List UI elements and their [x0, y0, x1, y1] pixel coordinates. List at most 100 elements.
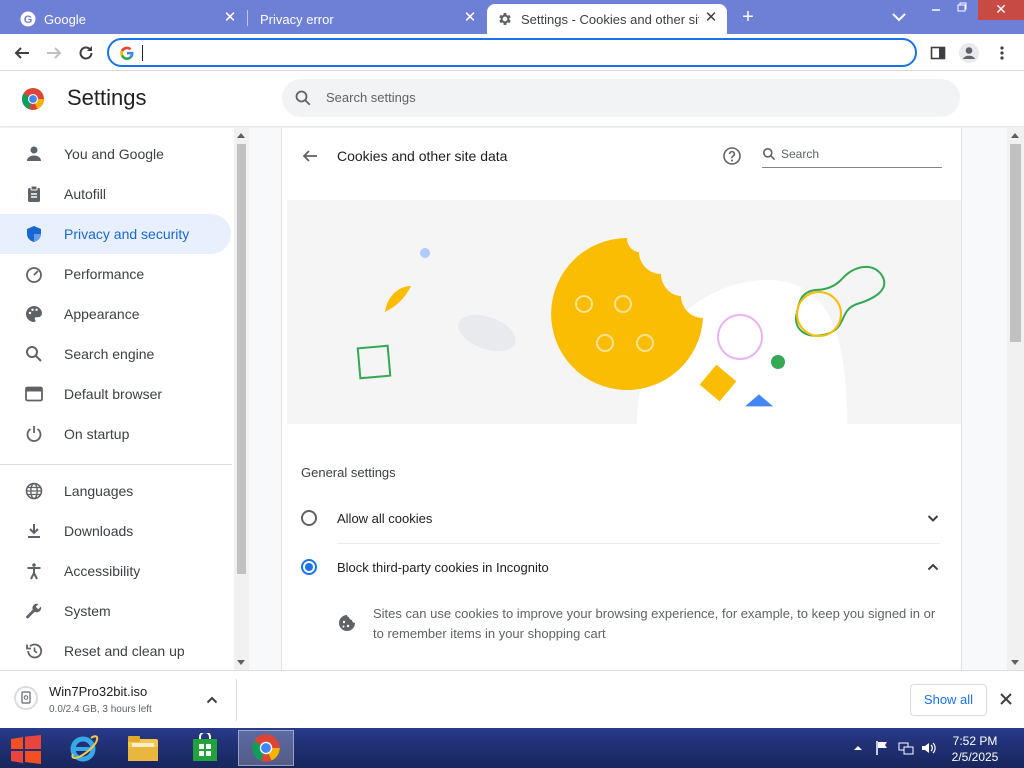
- kebab-menu-icon: [1000, 46, 1004, 60]
- sidebar-item-autofill[interactable]: Autofill: [0, 174, 231, 214]
- clock-date: 2/5/2025: [951, 750, 999, 764]
- tab-google[interactable]: G Google ✕: [10, 4, 246, 34]
- volume-icon[interactable]: [920, 740, 936, 756]
- store-icon[interactable]: [177, 730, 233, 766]
- network-icon[interactable]: [898, 740, 914, 756]
- sidebar-item-accessibility[interactable]: Accessibility: [0, 551, 231, 591]
- chevron-up-icon[interactable]: [925, 559, 941, 575]
- new-tab-button[interactable]: +: [738, 7, 758, 27]
- subpage-header: Cookies and other site data Search: [282, 128, 961, 184]
- general-settings-heading: General settings: [301, 465, 396, 480]
- page-search-input[interactable]: Search: [762, 142, 942, 168]
- close-icon[interactable]: [998, 691, 1014, 707]
- file-explorer-icon[interactable]: [115, 730, 171, 766]
- option-label: Allow all cookies: [337, 511, 433, 526]
- tab-privacy-error[interactable]: Privacy error ✕: [250, 4, 486, 34]
- forward-arrow-icon: [47, 47, 62, 59]
- help-icon[interactable]: [722, 146, 742, 166]
- side-panel-button[interactable]: [927, 42, 949, 64]
- scroll-down-arrow-icon[interactable]: [1011, 660, 1019, 665]
- tab-settings[interactable]: Settings - Cookies and other site ✕: [487, 4, 727, 34]
- sidebar-item-default-browser[interactable]: Default browser: [0, 374, 231, 414]
- sidebar-item-reset-and-clean-up[interactable]: Reset and clean up: [0, 631, 231, 670]
- power-icon: [24, 424, 44, 444]
- sidebar-item-appearance[interactable]: Appearance: [0, 294, 231, 334]
- sidebar-item-label: Default browser: [64, 386, 163, 402]
- sidebar-item-performance[interactable]: Performance: [0, 254, 231, 294]
- globe-icon: [24, 481, 44, 501]
- cookie-description: Sites can use cookies to improve your br…: [373, 606, 936, 641]
- restore-window-icon[interactable]: [950, 0, 974, 20]
- scrollbar-thumb[interactable]: [1010, 144, 1021, 342]
- main-scrollbar[interactable]: [1007, 128, 1024, 670]
- radio-button-checked[interactable]: [301, 559, 317, 575]
- windows-start-button[interactable]: [6, 732, 46, 766]
- sidebar-item-label: Performance: [64, 266, 145, 282]
- settings-title: Settings: [67, 85, 147, 110]
- address-input[interactable]: [141, 43, 901, 63]
- download-separator: [236, 679, 237, 721]
- action-center-flag-icon[interactable]: [874, 740, 890, 756]
- address-bar[interactable]: [107, 38, 917, 67]
- sidebar-scrollbar[interactable]: [234, 128, 249, 670]
- settings-sidebar: You and Google Autofill Privacy and secu…: [0, 128, 234, 670]
- back-arrow-icon[interactable]: [300, 146, 320, 166]
- clock-time: 7:52 PM: [952, 734, 998, 748]
- internet-explorer-icon[interactable]: [55, 730, 111, 766]
- sidebar-item-system[interactable]: System: [0, 591, 231, 631]
- tab-label: Google: [44, 11, 86, 27]
- settings-search-input[interactable]: Search settings: [282, 79, 960, 117]
- browser-toolbar: [0, 34, 1024, 71]
- option-block-third-party-incognito[interactable]: Block third-party cookies in Incognito: [282, 543, 961, 591]
- back-button[interactable]: [10, 41, 34, 65]
- sidebar-item-label: Languages: [64, 483, 134, 499]
- side-panel-icon: [930, 46, 946, 60]
- tab-label: Privacy error: [260, 11, 334, 27]
- reload-icon: [79, 46, 93, 60]
- back-arrow-icon: [14, 47, 29, 59]
- chevron-down-icon[interactable]: [925, 510, 941, 526]
- chrome-icon[interactable]: [238, 730, 294, 766]
- close-tab-icon[interactable]: ✕: [462, 10, 478, 26]
- forward-button[interactable]: [42, 41, 66, 65]
- chrome-logo-icon: [21, 87, 45, 111]
- page-title: Cookies and other site data: [337, 148, 508, 164]
- sidebar-item-on-startup[interactable]: On startup: [0, 414, 231, 454]
- search-icon: [294, 89, 312, 107]
- sidebar-item-privacy-and-security[interactable]: Privacy and security: [0, 214, 231, 254]
- sidebar-item-you-and-google[interactable]: You and Google: [0, 134, 231, 174]
- system-clock[interactable]: 7:52 PM 2/5/2025: [944, 733, 1006, 765]
- sidebar-item-downloads[interactable]: Downloads: [0, 511, 231, 551]
- sidebar-item-languages[interactable]: Languages: [0, 471, 231, 511]
- sidebar-item-label: Accessibility: [64, 563, 141, 579]
- sidebar-item-label: System: [64, 603, 111, 619]
- browser-menu-button[interactable]: [991, 42, 1013, 64]
- close-tab-icon[interactable]: ✕: [703, 10, 719, 26]
- sidebar-item-label: You and Google: [64, 146, 164, 162]
- sidebar-item-label: Appearance: [64, 306, 140, 322]
- scrollbar-thumb[interactable]: [237, 144, 246, 574]
- download-status: 0.0/2.4 GB, 3 hours left: [49, 704, 152, 715]
- scroll-up-arrow-icon[interactable]: [237, 133, 245, 138]
- sidebar-item-search-engine[interactable]: Search engine: [0, 334, 231, 374]
- tab-search-chevron-icon[interactable]: [890, 9, 908, 25]
- radio-button[interactable]: [301, 510, 317, 526]
- google-g-icon: G: [20, 11, 36, 27]
- download-file-name[interactable]: Win7Pro32bit.iso: [49, 684, 147, 699]
- chevron-up-icon[interactable]: [204, 692, 220, 708]
- search-icon: [24, 344, 44, 364]
- show-hidden-icons-icon[interactable]: [850, 740, 866, 756]
- person-icon: [24, 144, 44, 164]
- show-all-button[interactable]: Show all: [910, 684, 987, 716]
- scroll-down-arrow-icon[interactable]: [237, 660, 245, 665]
- reload-button[interactable]: [74, 41, 98, 65]
- minimize-window-icon[interactable]: [924, 0, 948, 20]
- tab-separator: [247, 10, 248, 26]
- option-allow-all-cookies[interactable]: Allow all cookies: [282, 494, 961, 542]
- profile-button[interactable]: [958, 42, 980, 64]
- download-progress-icon[interactable]: [14, 686, 38, 710]
- close-tab-icon[interactable]: ✕: [222, 10, 238, 26]
- browser-window-icon: [24, 384, 44, 404]
- scroll-up-arrow-icon[interactable]: [1011, 133, 1019, 138]
- close-window-button[interactable]: ✕: [978, 0, 1024, 20]
